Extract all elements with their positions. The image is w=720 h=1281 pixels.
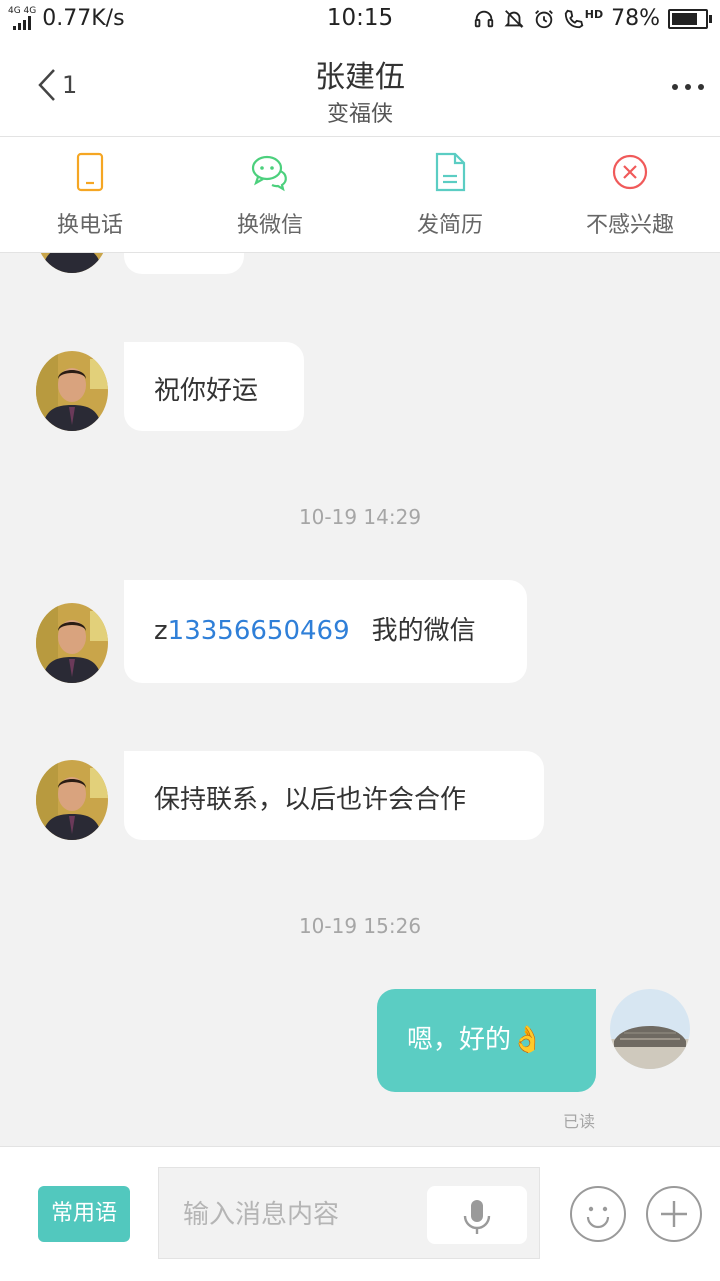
volte-hd-icon: HD (563, 8, 603, 30)
hd-label: HD (584, 7, 604, 21)
not-interested-label: 不感兴趣 (585, 213, 674, 238)
message-bubble-incoming: z13356650469 我的微信 (124, 580, 527, 683)
emoji-button[interactable] (570, 1186, 626, 1242)
read-status: 已读 (563, 1112, 596, 1131)
contact-name: 张建伍 (315, 60, 405, 95)
wechat-icon (251, 155, 287, 192)
call-icon (564, 9, 584, 28)
message-input[interactable] (181, 1196, 415, 1234)
smiley-icon (586, 1206, 610, 1229)
message-bubble-incoming: 保持联系，以后也许会合作 (124, 751, 544, 840)
battery-icon (668, 8, 712, 29)
close-circle-icon (612, 154, 648, 190)
send-resume-button[interactable]: 发简历 (360, 137, 540, 252)
ok-hand-emoji: 👌 (511, 1025, 544, 1055)
battery-percent: 78% (611, 6, 660, 31)
message-text: 祝你好运 (154, 376, 259, 406)
contact-company: 变福侠 (326, 102, 393, 127)
more-options-icon[interactable] (672, 84, 704, 90)
headset-icon (474, 10, 493, 27)
contact-avatar[interactable] (36, 760, 108, 840)
contact-avatar[interactable] (36, 603, 108, 683)
microphone-icon (463, 1200, 491, 1234)
common-phrases-button[interactable]: 常用语 (38, 1186, 130, 1242)
phone-icon (76, 152, 104, 192)
message-text: 保持联系，以后也许会合作 (154, 785, 467, 815)
phone-number-link[interactable]: 13356650469 (168, 616, 350, 646)
bell-muted-icon (504, 9, 524, 28)
exchange-phone-label: 换电话 (56, 213, 123, 238)
exchange-wechat-button[interactable]: 换微信 (180, 137, 360, 252)
status-bar: 4G 4G 0.77K/s 10:15 HD 78% (0, 0, 720, 38)
message-text-suffix: 我的微信 (371, 616, 476, 646)
battery-fill (672, 12, 697, 25)
not-interested-button[interactable]: 不感兴趣 (540, 137, 720, 252)
plus-icon (661, 1201, 687, 1227)
alarm-icon (534, 9, 553, 28)
message-bubble-incoming: 祝你好运 (124, 342, 304, 431)
timestamp: 10-19 15:26 (298, 914, 422, 938)
timestamp: 10-19 14:29 (298, 505, 422, 529)
exchange-wechat-label: 换微信 (236, 213, 303, 238)
status-right: HD 78% (473, 6, 712, 31)
my-avatar[interactable] (610, 989, 690, 1069)
voice-input-button[interactable] (427, 1186, 527, 1244)
add-attachment-button[interactable] (646, 1186, 702, 1242)
exchange-phone-button[interactable]: 换电话 (0, 137, 180, 252)
contact-avatar[interactable] (36, 351, 108, 431)
message-bubble-outgoing: 嗯，好的👌 (377, 989, 596, 1092)
message-text-prefix: z (154, 616, 168, 646)
message-text: 嗯，好的 (407, 1025, 512, 1055)
message-input-box[interactable] (158, 1167, 540, 1259)
send-resume-label: 发简历 (416, 213, 483, 238)
input-bar: 常用语 (0, 1146, 720, 1281)
resume-icon (435, 152, 466, 192)
contact-avatar[interactable] (36, 253, 108, 273)
chat-header: 1 张建伍 变福侠 (0, 38, 720, 137)
message-list[interactable]: 祝你好运 10-19 14:29 z13356650469 我的微信 保持联系，以… (0, 253, 720, 1146)
quick-actions-bar: 换电话 换微信 发简历 不感兴趣 (0, 137, 720, 253)
message-bubble-partial (124, 253, 244, 274)
